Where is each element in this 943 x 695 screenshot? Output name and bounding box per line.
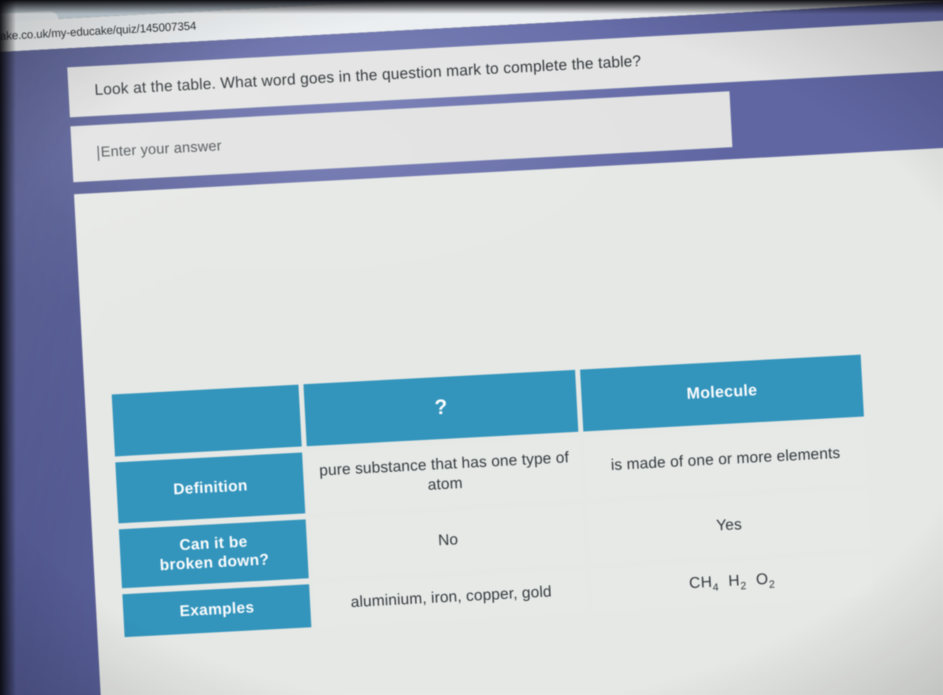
question-mark-label: ?: [433, 395, 449, 420]
row-label-examples: Examples: [122, 583, 312, 637]
table-header-blank: [111, 384, 303, 457]
text-caret: [97, 145, 100, 161]
cell-broken-molecule: Yes: [587, 489, 871, 563]
cell-examples-element: aluminium, iron, copper, gold: [314, 569, 589, 627]
url-input[interactable]: y.educake.co.uk/my-educake/quiz/14500735…: [0, 21, 197, 45]
formula-hydrogen: H2: [727, 572, 748, 593]
quiz-page: Look at the table. What word goes in the…: [0, 0, 943, 695]
cell-examples-molecule: CH4 H2 O2: [590, 553, 874, 612]
row-label-broken-down: Can it be broken down?: [118, 519, 310, 588]
formula-oxygen: O2: [755, 570, 776, 591]
row-label-line2: broken down?: [159, 551, 270, 575]
cell-broken-element: No: [311, 504, 586, 578]
formula-methane: CH4: [688, 573, 720, 594]
question-text: Look at the table. What word goes in the…: [94, 52, 642, 99]
answer-placeholder: Enter your answer: [100, 138, 223, 161]
monitor-screen: Formative A ✕ + y.educake.co.uk/my-educa…: [0, 0, 943, 695]
row-label-line1: Can it be: [179, 533, 248, 555]
cell-definition-element: pure substance that has one type of atom: [307, 437, 582, 514]
row-label-definition: Definition: [115, 452, 306, 524]
screen-photo: Formative A ✕ + y.educake.co.uk/my-educa…: [0, 0, 943, 695]
content-card: ? Molecule Definition pure substance tha…: [73, 140, 943, 695]
table-header-molecule: Molecule: [580, 354, 864, 432]
cell-definition-molecule: is made of one or more elements: [583, 422, 868, 499]
table-header-question: ?: [303, 369, 579, 447]
comparison-table: ? Molecule Definition pure substance tha…: [106, 348, 878, 643]
